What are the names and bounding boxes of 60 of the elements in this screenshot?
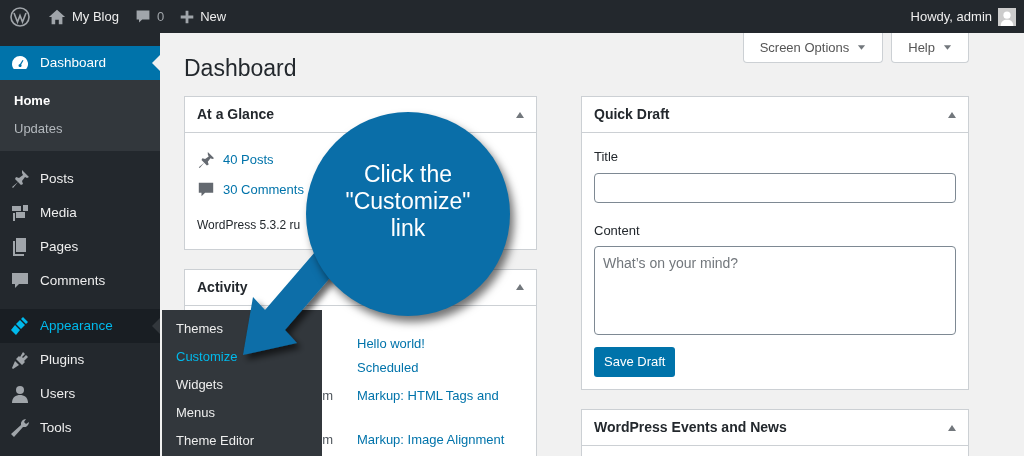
screen-meta-button[interactable]: Screen Options	[742, 33, 884, 63]
title-field[interactable]	[594, 172, 956, 203]
version-text: WordPress 5.3.2 ru	[197, 218, 301, 232]
sidebar-menu-item[interactable]: Users	[0, 377, 160, 411]
activity-post-link[interactable]: Hello world!	[357, 333, 425, 358]
pushpin-icon	[197, 151, 215, 169]
wordpress-logo-icon[interactable]	[10, 6, 30, 27]
submenu-item[interactable]: Widgets	[162, 371, 322, 399]
paintbrush-icon	[10, 316, 30, 336]
field-label: Title	[594, 148, 620, 166]
sidebar-menu-item[interactable]: Tools	[0, 411, 160, 445]
sidebar-menu-item[interactable]: Posts	[0, 162, 160, 196]
collapse-toggle-icon[interactable]	[948, 111, 956, 118]
user-icon	[10, 384, 30, 404]
save-draft-button[interactable]: Save Draft	[594, 347, 676, 377]
comment-bubble-icon	[10, 271, 30, 291]
collapse-toggle-icon[interactable]	[948, 424, 956, 431]
widget-title: Quick Draft	[594, 105, 670, 124]
comment-bubble-icon	[134, 8, 151, 25]
widget-title: At a Glance	[197, 105, 275, 124]
home-icon	[48, 7, 66, 26]
sidebar-menu-item[interactable]: Plugins	[0, 343, 160, 377]
sidebar-menu-item[interactable]: Pages	[0, 230, 160, 264]
widget-title: WordPress Events and News	[594, 418, 787, 437]
sidebar-menu-item[interactable]: Appearance	[0, 309, 160, 343]
account-menu[interactable]: Howdy, admin	[902, 0, 1024, 33]
submenu-item[interactable]: Theme Editor	[162, 427, 322, 455]
widget-title: Activity	[197, 277, 248, 297]
submenu-item[interactable]: Updates	[0, 115, 160, 143]
pushpin-icon	[10, 169, 30, 189]
screen-meta-button[interactable]: Help	[891, 33, 969, 63]
content-field[interactable]: What’s on your mind?	[594, 246, 956, 335]
date-text: m	[322, 387, 333, 403]
stat-link[interactable]: 30 Comments	[223, 180, 304, 200]
sidebar-menu-item[interactable]: Media	[0, 196, 160, 230]
date-text: m	[322, 431, 333, 447]
avatar-icon	[998, 7, 1016, 26]
stat-link[interactable]: 40 Posts	[223, 150, 274, 170]
caret-down-icon	[943, 43, 952, 52]
plus-icon	[180, 9, 195, 24]
collapse-toggle-icon[interactable]	[516, 111, 524, 118]
page-title: Dashboard	[184, 54, 297, 82]
activity-post-link[interactable]: Scheduled	[357, 357, 419, 386]
media-icon	[10, 203, 30, 223]
plug-icon	[10, 350, 30, 370]
new-content-link[interactable]: New	[172, 0, 235, 33]
activity-post-link[interactable]: Markup: Image Alignment	[357, 429, 505, 454]
caret-down-icon	[857, 43, 867, 52]
wrench-icon	[10, 418, 30, 438]
comments-link[interactable]: 0	[126, 0, 173, 33]
submenu-item[interactable]: Home	[0, 87, 160, 115]
sidebar-menu-item[interactable]: Comments	[0, 264, 160, 298]
site-name-link[interactable]: My Blog	[40, 0, 127, 33]
submenu-item[interactable]: Customize	[162, 343, 322, 371]
submenu-item[interactable]: Themes	[162, 315, 322, 343]
collapse-toggle-icon[interactable]	[516, 284, 524, 290]
activity-post-link[interactable]: Markup: HTML Tags and	[357, 385, 499, 430]
submenu-item[interactable]: Menus	[162, 399, 322, 427]
field-label: Content	[594, 221, 641, 240]
sidebar-menu-item[interactable]: Dashboard	[0, 46, 160, 80]
